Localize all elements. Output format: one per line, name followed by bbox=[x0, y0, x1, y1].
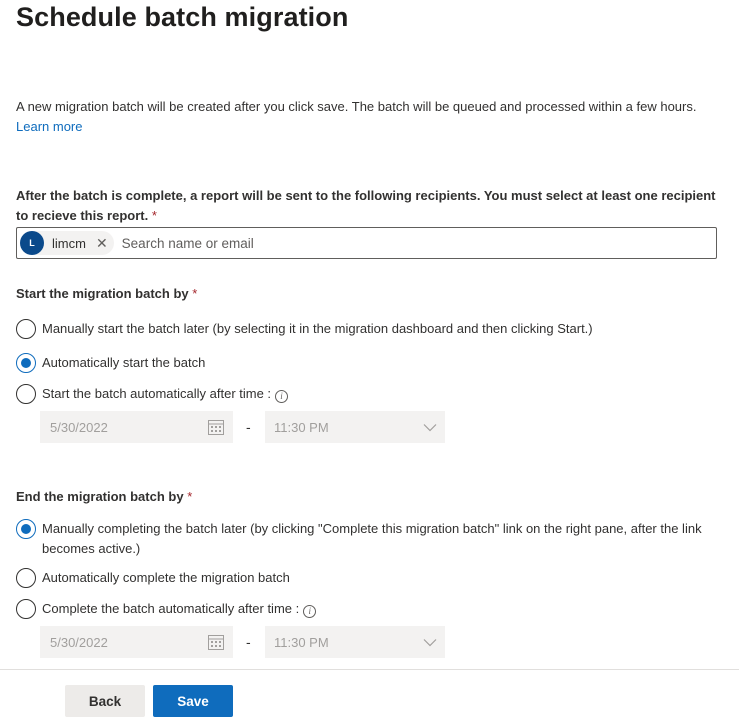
back-button[interactable]: Back bbox=[65, 685, 145, 717]
start-option-after-time[interactable]: Start the batch automatically after time… bbox=[16, 384, 289, 404]
end-time-dropdown[interactable]: 11:30 PM bbox=[265, 626, 445, 658]
start-option-auto[interactable]: Automatically start the batch bbox=[16, 353, 205, 373]
required-marker: * bbox=[183, 489, 193, 504]
info-icon[interactable]: i bbox=[303, 604, 317, 618]
required-marker: * bbox=[188, 286, 198, 301]
recipients-label-text: After the batch is complete, a report wi… bbox=[16, 188, 716, 223]
intro-body: A new migration batch will be created af… bbox=[16, 99, 697, 114]
radio-label-text: Complete the batch automatically after t… bbox=[42, 601, 300, 616]
radio-label: Start the batch automatically after time… bbox=[42, 384, 289, 404]
info-icon[interactable]: i bbox=[275, 389, 289, 403]
start-time-dropdown[interactable]: 11:30 PM bbox=[265, 411, 445, 443]
end-option-manual[interactable]: Manually completing the batch later (by … bbox=[16, 519, 721, 559]
remove-recipient-icon[interactable]: ✕ bbox=[96, 236, 108, 250]
intro-text: A new migration batch will be created af… bbox=[16, 97, 716, 137]
radio-button[interactable] bbox=[16, 319, 36, 339]
chevron-down-icon bbox=[423, 424, 437, 432]
page-title: Schedule batch migration bbox=[16, 2, 349, 32]
radio-label: Automatically complete the migration bat… bbox=[42, 570, 290, 585]
start-option-manual[interactable]: Manually start the batch later (by selec… bbox=[16, 319, 593, 339]
search-input[interactable] bbox=[121, 235, 682, 251]
end-option-after-time[interactable]: Complete the batch automatically after t… bbox=[16, 599, 317, 619]
end-date-value: 5/30/2022 bbox=[50, 634, 108, 650]
chevron-down-icon bbox=[423, 639, 437, 647]
recipients-label: After the batch is complete, a report wi… bbox=[16, 186, 716, 226]
required-marker: * bbox=[148, 208, 157, 223]
start-date-picker[interactable]: 5/30/2022 bbox=[40, 411, 233, 443]
date-time-separator: - bbox=[246, 419, 251, 435]
avatar: L bbox=[20, 231, 44, 255]
recipients-picker[interactable]: L limcm ✕ bbox=[16, 227, 717, 259]
radio-button-selected[interactable] bbox=[16, 353, 36, 373]
start-time-value: 11:30 PM bbox=[274, 419, 329, 435]
end-option-auto[interactable]: Automatically complete the migration bat… bbox=[16, 568, 290, 588]
radio-label: Complete the batch automatically after t… bbox=[42, 599, 317, 619]
radio-label: Manually start the batch later (by selec… bbox=[42, 321, 593, 336]
end-time-value: 11:30 PM bbox=[274, 634, 329, 650]
date-time-separator: - bbox=[246, 634, 251, 650]
radio-button[interactable] bbox=[16, 384, 36, 404]
calendar-icon bbox=[208, 420, 224, 435]
end-section-label: End the migration batch by * bbox=[16, 489, 192, 504]
save-button[interactable]: Save bbox=[153, 685, 233, 717]
footer-divider bbox=[0, 669, 739, 670]
end-date-picker[interactable]: 5/30/2022 bbox=[40, 626, 233, 658]
radio-button[interactable] bbox=[16, 568, 36, 588]
radio-label: Automatically start the batch bbox=[42, 355, 206, 370]
start-date-value: 5/30/2022 bbox=[50, 419, 108, 435]
start-section-label-text: Start the migration batch by bbox=[16, 286, 189, 301]
radio-button[interactable] bbox=[16, 599, 36, 619]
radio-label: Manually completing the batch later (by … bbox=[42, 521, 702, 556]
recipient-name: limcm bbox=[52, 235, 86, 251]
end-section-label-text: End the migration batch by bbox=[16, 489, 184, 504]
radio-button-selected[interactable] bbox=[16, 519, 36, 539]
start-section-label: Start the migration batch by * bbox=[16, 286, 197, 301]
recipient-chip[interactable]: L limcm ✕ bbox=[20, 231, 114, 255]
radio-label-text: Start the batch automatically after time… bbox=[42, 386, 272, 401]
learn-more-link[interactable]: Learn more bbox=[16, 119, 82, 134]
calendar-icon bbox=[208, 635, 224, 650]
